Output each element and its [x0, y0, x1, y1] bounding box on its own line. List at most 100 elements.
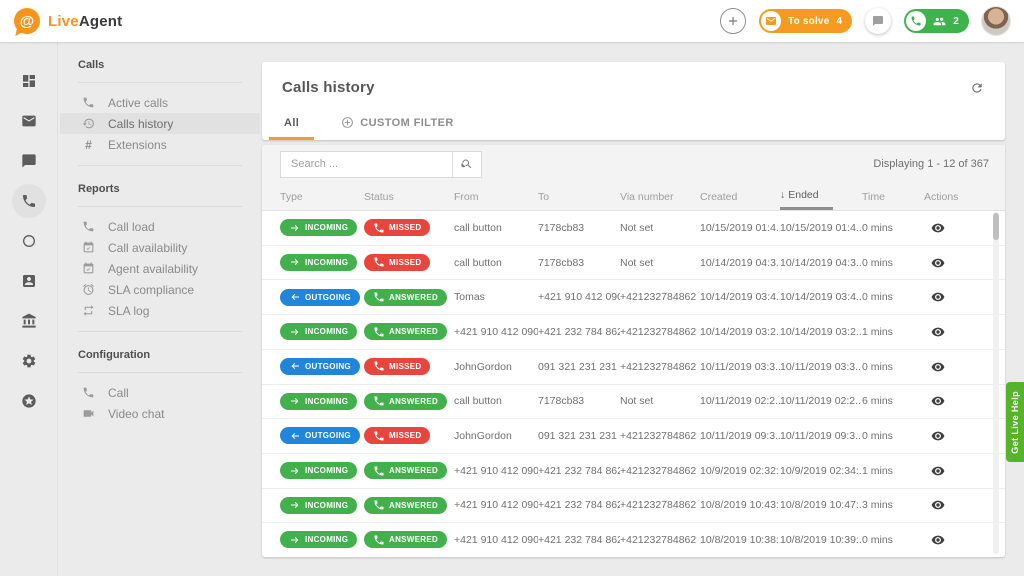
ended-cell: 10/15/2019 01:4.. [780, 221, 862, 234]
column-header-ended[interactable]: ↓ Ended [780, 183, 862, 210]
type-cell: INCOMING [280, 496, 364, 515]
sidebar-item-call-availability[interactable]: Call availability [60, 237, 260, 258]
refresh-button[interactable] [967, 78, 987, 98]
sidebar-item-label: SLA compliance [108, 282, 195, 297]
rail-item-ring[interactable] [12, 224, 46, 258]
to-cell: 7178cb83 [538, 256, 585, 269]
view-call-button[interactable] [929, 219, 947, 237]
sidebar-item-label: Call load [108, 219, 155, 234]
rail-item-mail[interactable] [12, 104, 46, 138]
user-avatar[interactable] [982, 7, 1010, 35]
calls-online-button[interactable]: 2 [904, 9, 969, 33]
add-button[interactable] [720, 8, 747, 34]
sidebar-item-sla-log[interactable]: SLA log [60, 300, 260, 321]
column-header-type[interactable]: Type [280, 183, 364, 210]
eye-icon [931, 290, 945, 304]
rail-item-chat[interactable] [12, 144, 46, 178]
to-cell: +421 232 784 862 [538, 534, 620, 547]
status-label: ANSWERED [389, 535, 439, 545]
type-label: INCOMING [305, 257, 349, 267]
sidebar-item-call-load[interactable]: Call load [60, 216, 260, 237]
view-call-button[interactable] [929, 496, 947, 514]
table-row[interactable]: OUTGOING ANSWERED Tomas +421 910 412 090 +42… [262, 280, 1005, 316]
eye-icon [931, 325, 945, 339]
type-label: OUTGOING [305, 431, 351, 441]
eye-icon [931, 360, 945, 374]
view-call-button[interactable] [929, 254, 947, 272]
via-number-cell: +421232784862 [620, 464, 697, 477]
to-cell: 7178cb83 [538, 221, 585, 234]
get-live-help-tab[interactable]: Get Live Help [1006, 382, 1024, 462]
rail-item-dashboard[interactable] [12, 64, 46, 98]
table-row[interactable]: INCOMING MISSED call button 7178cb83 Not set… [262, 211, 1005, 246]
actions-cell [916, 427, 1005, 445]
table-row[interactable]: OUTGOING MISSED JohnGordon 091 321 231 231 +… [262, 349, 1005, 385]
status-label: MISSED [389, 361, 422, 371]
sidebar-item-agent-availability[interactable]: Agent availability [60, 258, 260, 279]
type-badge-incoming: INCOMING [280, 219, 358, 237]
via-number-cell: +421232784862 [620, 360, 697, 373]
eye-icon [931, 464, 945, 478]
rail-item-contact-card[interactable] [12, 264, 46, 298]
status-badge-missed: MISSED [364, 219, 431, 237]
sidebar-item-sla-compliance[interactable]: SLA compliance [60, 279, 260, 300]
column-header-time[interactable]: Time [862, 183, 916, 210]
view-call-button[interactable] [929, 323, 947, 341]
sidebar-item-label: Active calls [108, 95, 169, 110]
table-row[interactable]: INCOMING ANSWERED +421 910 412 090 +421 232… [262, 315, 1005, 350]
table-scrollbar[interactable] [993, 212, 999, 554]
column-header-status[interactable]: Status [364, 183, 454, 210]
sidebar-item-active-calls[interactable]: Active calls [60, 92, 260, 113]
to-cell: 091 321 231 231 [538, 360, 617, 373]
to-cell: +421 232 784 862 [538, 325, 620, 338]
view-call-button[interactable] [929, 427, 947, 445]
column-header-to[interactable]: To [538, 183, 620, 210]
brand-logo[interactable]: @ LiveAgent [14, 8, 122, 34]
type-label: OUTGOING [305, 292, 351, 302]
rail-item-phone[interactable] [11, 184, 46, 218]
bank-icon [21, 313, 37, 329]
sidebar-item-calls-history[interactable]: Calls history [60, 113, 260, 134]
type-cell: OUTGOING [280, 427, 364, 445]
column-header-via-number[interactable]: Via number [620, 183, 700, 210]
sidebar-item-extensions[interactable]: # Extensions [60, 134, 260, 155]
column-header-actions[interactable]: Actions [916, 183, 1005, 210]
table-row[interactable]: INCOMING ANSWERED call button 7178cb83 Not s… [262, 384, 1005, 420]
status-badge-answered: ANSWERED [364, 496, 448, 514]
actions-cell [916, 219, 1005, 237]
search-button[interactable] [452, 150, 482, 178]
type-cell: INCOMING [280, 253, 364, 272]
view-call-button[interactable] [929, 531, 947, 549]
table-row[interactable]: INCOMING ANSWERED +421 910 412 090 +421 232… [262, 488, 1005, 524]
to-solve-button[interactable]: To solve 4 [759, 9, 853, 33]
sidebar-item-video-chat[interactable]: Video chat [60, 403, 260, 424]
from-cell: JohnGordon [454, 430, 512, 443]
rail-item-bank[interactable] [12, 304, 46, 338]
chats-button[interactable] [865, 8, 892, 34]
sidebar-item-call[interactable]: Call [60, 382, 260, 403]
main-content: Calls history All CUSTOM FILTER Displayin… [262, 42, 1024, 576]
view-call-button[interactable] [929, 392, 947, 410]
phone-icon [82, 96, 95, 109]
status-phone-icon [373, 291, 385, 303]
table-row[interactable]: OUTGOING MISSED JohnGordon 091 321 231 231 +… [262, 419, 1005, 454]
view-call-button[interactable] [929, 462, 947, 480]
rail-item-gear[interactable] [12, 344, 46, 378]
table-row[interactable]: INCOMING ANSWERED +421 910 412 090 +421 232… [262, 523, 1005, 557]
view-call-button[interactable] [929, 358, 947, 376]
view-call-button[interactable] [929, 288, 947, 306]
tab-all[interactable]: All [268, 117, 315, 140]
search-input[interactable] [280, 150, 452, 178]
sidebar-section-heading: Configuration [78, 349, 151, 361]
column-header-created[interactable]: Created [700, 183, 780, 210]
scrollbar-thumb[interactable] [993, 213, 999, 240]
table-row[interactable]: INCOMING MISSED call button 7178cb83 Not set… [262, 245, 1005, 281]
rail-item-star-circle[interactable] [12, 384, 46, 418]
column-header-from[interactable]: From [454, 183, 538, 210]
tab-label: CUSTOM FILTER [360, 116, 454, 129]
table-row[interactable]: INCOMING ANSWERED +421 910 412 090 +421 232… [262, 453, 1005, 489]
incoming-arrow-icon [289, 395, 301, 407]
tab-custom-filter[interactable]: CUSTOM FILTER [339, 116, 455, 140]
type-badge-incoming: INCOMING [280, 253, 358, 271]
status-label: ANSWERED [389, 500, 439, 510]
